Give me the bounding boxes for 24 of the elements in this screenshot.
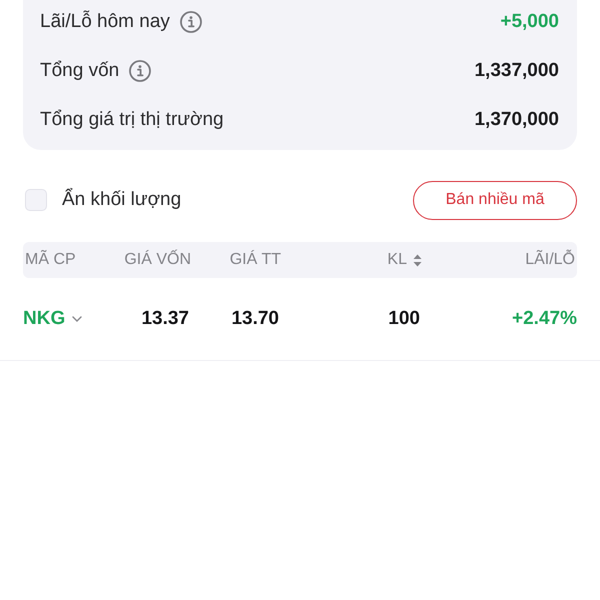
- table-cell-text: 100: [387, 308, 420, 330]
- sort-icon[interactable]: [413, 254, 422, 266]
- summary-label: Tổng vốn: [40, 60, 120, 82]
- checkbox-label: Ẩn khối lượng: [62, 189, 182, 211]
- summary-label: Tổng giá trị thị trường: [40, 109, 224, 131]
- table-cell-text: +2.47%: [511, 308, 577, 330]
- table-cell-text: 13.37: [140, 308, 189, 330]
- summary-value: 1,370,000: [474, 109, 559, 131]
- column-header[interactable]: KL: [387, 251, 407, 269]
- stock-symbol: NKG: [23, 308, 66, 330]
- summary-value: +5,000: [500, 11, 559, 33]
- column-header: LÃI/LỖ: [525, 251, 575, 269]
- column-header: GIÁ VỐN: [124, 251, 191, 269]
- summary-value: 1,337,000: [474, 60, 559, 82]
- summary-label: Lãi/Lỗ hôm nay: [40, 11, 170, 33]
- table-row[interactable]: NKG 13.37 13.70 100 +2.47%: [0, 278, 600, 361]
- chevron-icon[interactable]: [72, 316, 82, 322]
- info-icon[interactable]: [129, 60, 152, 82]
- column-header: GIÁ TT: [230, 251, 281, 269]
- info-icon[interactable]: [180, 11, 202, 33]
- checkbox[interactable]: [25, 189, 47, 211]
- sell-multiple-button[interactable]: Bán nhiều mã: [413, 180, 577, 220]
- column-header: MÃ CP: [25, 251, 76, 269]
- table-cell-text: 13.70: [230, 308, 279, 330]
